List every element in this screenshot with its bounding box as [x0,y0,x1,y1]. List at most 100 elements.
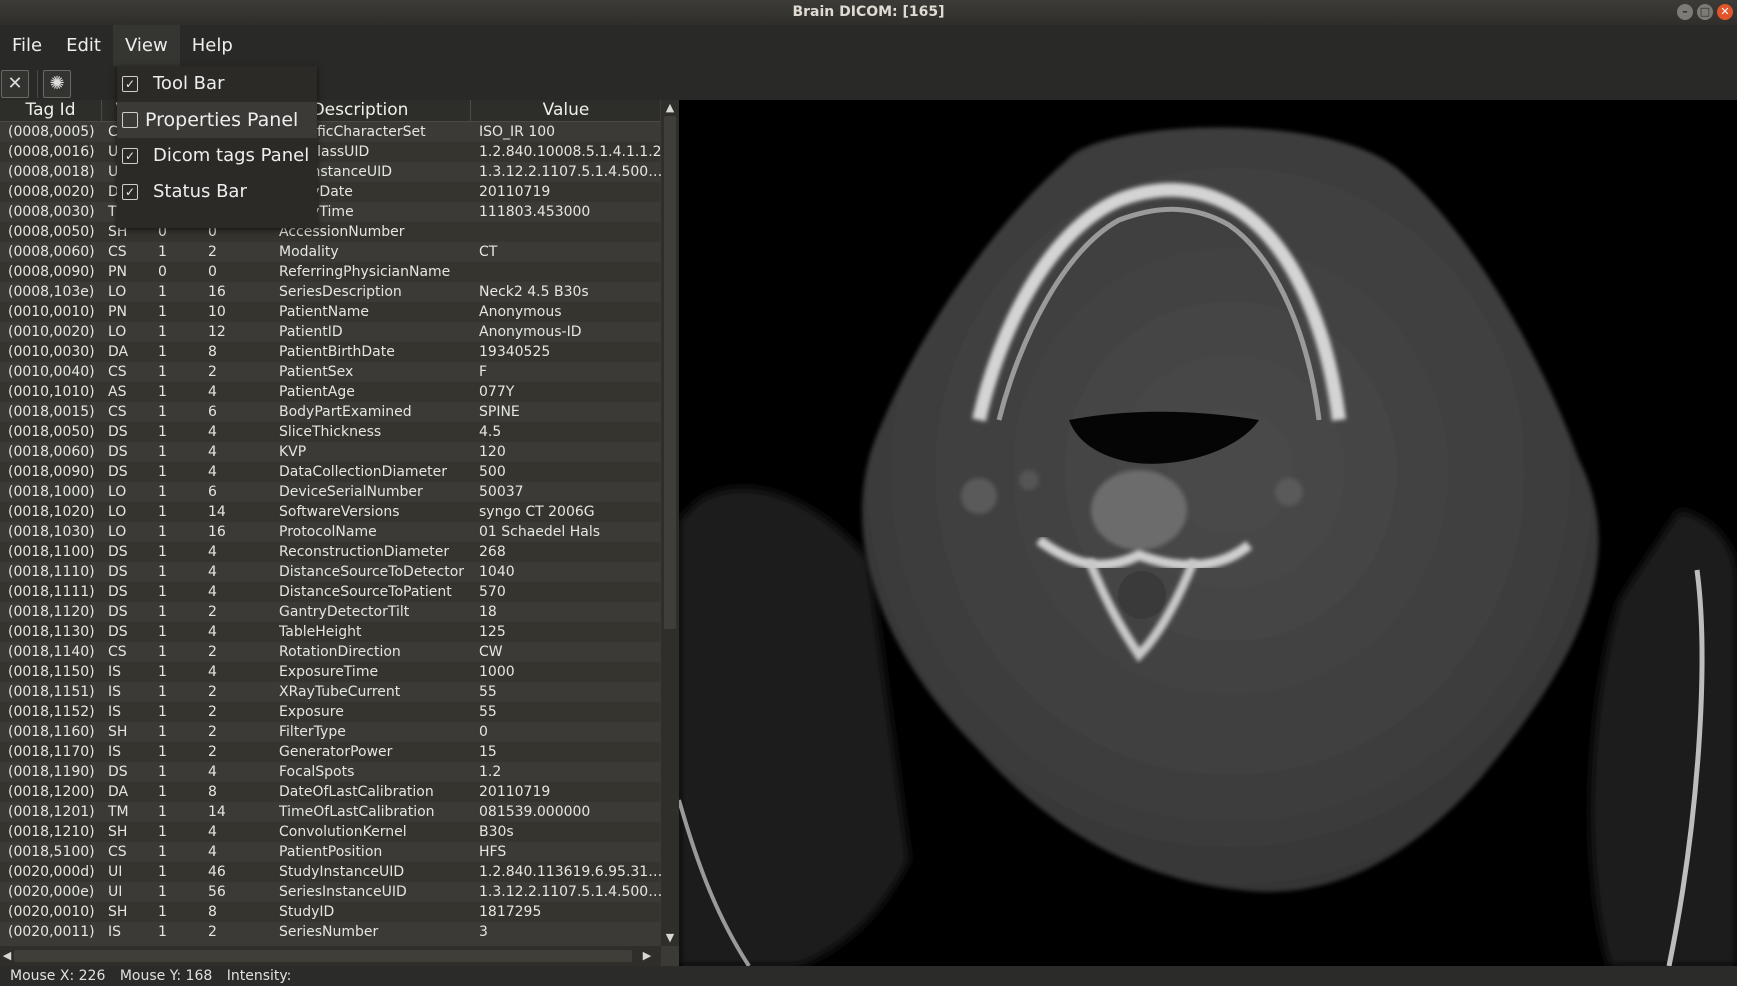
vr-cell: PN [108,304,127,320]
table-row[interactable]: (0018,1170) IS 1 2 GeneratorPower 15 [0,742,660,762]
vr-cell: AS [108,384,127,400]
value-cell: 3 [479,924,488,940]
table-header: Tag Id V Description Value [0,100,660,122]
description-cell: PatientBirthDate [279,344,395,360]
description-cell: PatientAge [279,384,355,400]
table-row[interactable]: (0020,000d) UI 1 46 StudyInstanceUID 1.2.840.… [0,862,663,882]
table-row[interactable]: (0018,1152) IS 1 2 Exposure 55 [0,702,660,722]
table-row[interactable]: (0008,0050) SH 0 0 AccessionNumber [0,222,660,242]
table-row[interactable]: (0018,1210) SH 1 4 ConvolutionKernel B30s [0,822,660,842]
table-row[interactable]: (0018,1140) CS 1 2 RotationDirection CW [0,642,660,662]
table-row[interactable]: (0018,1111) DS 1 4 DistanceSourceToPatient 57… [0,582,660,602]
menu-file[interactable]: File [0,25,54,66]
horizontal-scrollbar[interactable]: ◀ ▶ [0,946,661,966]
length-cell: 2 [208,604,217,620]
table-row[interactable]: (0018,0050) DS 1 4 SliceThickness 4.5 [0,422,660,442]
table-row[interactable]: (0018,1200) DA 1 8 DateOfLastCalibration 2011… [0,782,660,802]
dicom-image-viewer[interactable] [679,100,1737,966]
description-cell: PatientID [279,324,343,340]
title-bar: Brain DICOM: [165] – □ ✕ [0,0,1737,25]
table-row[interactable]: (0020,0011) IS 1 2 SeriesNumber 3 [0,922,660,942]
table-row[interactable]: (0008,0090) PN 0 0 ReferringPhysicianName [0,262,660,282]
menu-item-status-bar[interactable]: ✓ Status Bar [117,174,317,210]
table-row[interactable]: (0008,0016)UI126SOPClassUID1.2.840.10008… [0,142,662,162]
menu-view[interactable]: View [112,25,180,66]
length-cell: 14 [208,504,226,520]
vr-cell: PN [108,264,127,280]
length-cell: 14 [208,804,226,820]
scroll-up-arrow-icon[interactable]: ▲ [663,102,677,114]
scroll-left-arrow-icon[interactable]: ◀ [0,950,14,962]
value-cell: 1817295 [479,904,542,920]
table-row[interactable]: (0018,1151) IS 1 2 XRayTubeCurrent 55 [0,682,660,702]
window-title: Brain DICOM: [165] [792,4,945,20]
status-bar-checkbox[interactable]: ✓ [122,184,138,200]
tool-bar-checkbox[interactable]: ✓ [122,76,138,92]
vr-cell: DS [108,584,128,600]
table-row[interactable]: (0008,0030)TM114StudyTime111803.453000 [0,202,660,222]
table-row[interactable]: (0018,1000) LO 1 6 DeviceSerialNumber 50037 [0,482,660,502]
value-cell: 081539.000000 [479,804,591,820]
scroll-right-arrow-icon[interactable]: ▶ [640,950,654,962]
table-row[interactable]: (0008,0060) CS 1 2 Modality CT [0,242,660,262]
scroll-down-arrow-icon[interactable]: ▼ [663,932,677,944]
maximize-button[interactable]: □ [1697,4,1713,20]
table-row[interactable]: (0010,0040) CS 1 2 PatientSex F [0,362,660,382]
table-row[interactable]: (0010,0010) PN 1 10 PatientName Anonymous [0,302,660,322]
vertical-scrollbar[interactable]: ▲ ▼ [661,100,679,946]
fit-to-window-icon[interactable]: ✕ [1,70,29,98]
table-row[interactable]: (0010,0020) LO 1 12 PatientID Anonymous-ID [0,322,660,342]
menu-item-dicom-tags-panel[interactable]: ✓ Dicom tags Panel [117,138,317,174]
horizontal-scroll-thumb[interactable] [14,950,632,962]
column-header-value[interactable]: Value [471,100,661,121]
menu-item-properties-panel[interactable]: Properties Panel [117,102,317,138]
ct-scan-image[interactable] [679,100,1737,966]
table-row[interactable]: (0018,0090) DS 1 4 DataCollectionDiameter 500 [0,462,660,482]
vr-cell: CS [108,364,127,380]
column-header-tag-id[interactable]: Tag Id [0,100,102,121]
debug-bug-icon[interactable]: ✺ [43,70,71,98]
table-row[interactable]: (0008,0005)CS110SpecificCharacterSetISO_… [0,122,660,142]
vm-cell: 1 [158,304,167,320]
table-row[interactable]: (0010,0030) DA 1 8 PatientBirthDate 19340525 [0,342,660,362]
table-row[interactable]: (0018,5100) CS 1 4 PatientPosition HFS [0,842,660,862]
description-cell: SoftwareVersions [279,504,400,520]
tag-id-cell: (0020,0011) [8,924,95,940]
vm-cell: 1 [158,644,167,660]
vm-cell: 1 [158,504,167,520]
table-row[interactable]: (0020,0010) SH 1 8 StudyID 1817295 [0,902,660,922]
tag-id-cell: (0020,0010) [8,904,95,920]
menu-help[interactable]: Help [180,25,245,66]
properties-panel-checkbox[interactable] [122,112,138,128]
close-button[interactable]: ✕ [1717,4,1733,20]
table-row[interactable]: (0018,1160) SH 1 2 FilterType 0 [0,722,660,742]
vertical-scroll-thumb[interactable] [664,116,676,629]
dicom-tags-panel-checkbox[interactable]: ✓ [122,148,138,164]
table-row[interactable]: (0018,1201) TM 1 14 TimeOfLastCalibration 081… [0,802,660,822]
table-row[interactable]: (0008,103e) LO 1 16 SeriesDescription Neck2 4… [0,282,660,302]
tag-id-cell: (0018,1150) [8,664,95,680]
value-cell: 268 [479,544,506,560]
table-row[interactable]: (0018,1020) LO 1 14 SoftwareVersions syngo CT… [0,502,660,522]
vr-cell: SH [108,904,128,920]
table-row[interactable]: (0018,0015) CS 1 6 BodyPartExamined SPINE [0,402,660,422]
table-row[interactable]: (0020,000e) UI 1 56 SeriesInstanceUID 1.3.12.… [0,882,663,902]
length-cell: 4 [208,664,217,680]
table-row[interactable]: (0018,1110) DS 1 4 DistanceSourceToDetector 1… [0,562,660,582]
value-cell [479,262,663,282]
table-row[interactable]: (0018,1120) DS 1 2 GantryDetectorTilt 18 [0,602,660,622]
menu-edit[interactable]: Edit [54,25,113,66]
menu-item-tool-bar[interactable]: ✓ Tool Bar [117,66,317,102]
table-row[interactable]: (0018,1150) IS 1 4 ExposureTime 1000 [0,662,660,682]
table-row[interactable]: (0018,1190) DS 1 4 FocalSpots 1.2 [0,762,660,782]
table-row[interactable]: (0010,1010) AS 1 4 PatientAge 077Y [0,382,660,402]
table-row[interactable]: (0018,1100) DS 1 4 ReconstructionDiameter 268 [0,542,660,562]
table-row[interactable]: (0018,1030) LO 1 16 ProtocolName 01 Schaedel … [0,522,660,542]
tag-id-cell: (0008,0020) [8,184,95,200]
table-row[interactable]: (0018,0060) DS 1 4 KVP 120 [0,442,660,462]
table-row[interactable]: (0018,1130) DS 1 4 TableHeight 125 [0,622,660,642]
minimize-button[interactable]: – [1677,4,1693,20]
table-row[interactable]: (0008,0018)UI152SOPInstanceUID1.3.12.2.1… [0,162,663,182]
window-controls: – □ ✕ [1677,4,1733,20]
table-row[interactable]: (0008,0020)DA18StudyDate20110719 [0,182,660,202]
